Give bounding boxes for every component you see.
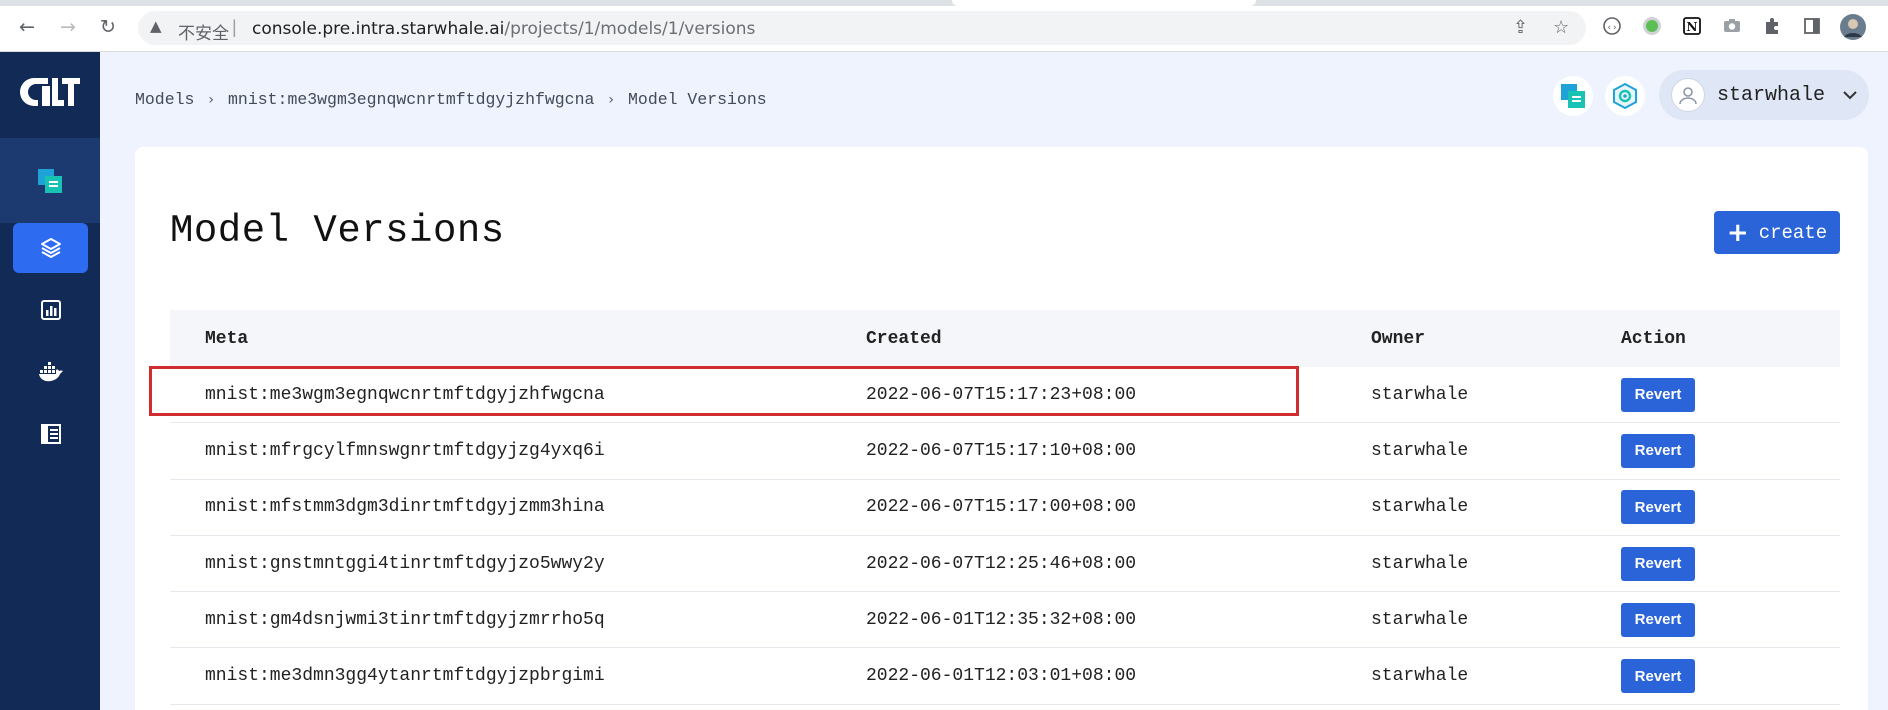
table-row: mnist:mfrgcylfmnswgnrtmftdgyjzg4yxq6i 20… [170,423,1840,480]
svg-text:N: N [1687,20,1698,34]
row-meta[interactable]: mnist:mfrgcylfmnswgnrtmftdgyjzg4yxq6i [170,441,866,461]
main-card: Model Versions + create Meta Created Own… [135,147,1868,710]
starwhale-logo[interactable] [16,72,82,112]
row-action: Revert [1621,490,1840,525]
breadcrumb-models[interactable]: Models [135,90,194,109]
row-owner: starwhale [1371,497,1469,518]
puzzle-icon[interactable] [1761,16,1783,38]
row-owner: starwhale [1371,609,1469,630]
revert-button[interactable]: Revert [1621,602,1695,637]
row-created: 2022-06-07T15:17:23+08:00 [866,384,1137,405]
profile-icon[interactable] [1840,14,1866,40]
row-owner: starwhale [1371,553,1469,574]
tab-strip [0,0,1888,6]
sidebar-item-projects[interactable] [0,138,100,223]
row-created: 2022-06-01T12:03:01+08:00 [866,666,1137,687]
revert-button[interactable]: Revert [1621,659,1695,694]
user-menu[interactable]: starwhale [1659,70,1869,120]
sidebar-item-evaluations[interactable] [13,285,88,335]
row-action: Revert [1621,546,1840,581]
chart-icon [40,300,61,320]
docker-icon [38,362,63,382]
green-dot-icon[interactable] [1641,16,1663,38]
row-action: Revert [1621,433,1840,468]
row-meta[interactable]: mnist:me3wgm3egnqwcnrtmftdgyjzhfwgcna [170,385,866,405]
chevron-right-icon: › [608,91,615,108]
warning-icon[interactable]: ▲ [150,17,162,35]
column-header-created[interactable]: Created [866,329,1371,349]
sidepanel-icon[interactable] [1801,16,1823,38]
url-host: console.pre.intra.starwhale.ai [252,19,505,39]
row-created: 2022-06-07T15:17:00+08:00 [866,497,1137,518]
page-title: Model Versions [170,209,505,253]
row-created: 2022-06-07T12:25:46+08:00 [866,553,1137,574]
sidebar-item-models[interactable] [13,223,88,273]
column-header-owner[interactable]: Owner [1371,329,1621,349]
table-row: mnist:me3dmn3gg4ytanrtmftdgyjzpbrgimi 20… [170,648,1840,705]
row-meta[interactable]: mnist:me3dmn3gg4ytanrtmftdgyjzpbrgimi [170,666,866,686]
row-action: Revert [1621,659,1840,694]
project-switch-icon[interactable] [1553,76,1593,116]
table-row: mnist:me3wgm3egnqwcnrtmftdgyjzhfwgcna 20… [170,367,1840,424]
forward-arrow-icon[interactable]: → [55,14,81,40]
chevron-right-icon: › [208,91,215,108]
create-button-label: create [1758,221,1828,244]
revert-button[interactable]: Revert [1621,377,1695,412]
notion-icon[interactable]: N [1681,16,1703,38]
layers-icon [40,238,61,258]
plus-icon: + [1726,217,1749,248]
chevron-down-icon [1843,91,1857,100]
reload-icon[interactable]: ↻ [95,14,121,40]
code-icon[interactable]: ‹› [1601,16,1623,38]
star-icon[interactable]: ☆ [1553,17,1569,38]
row-action: Revert [1621,377,1840,412]
user-icon [1679,87,1697,105]
revert-button[interactable]: Revert [1621,546,1695,581]
url-separator: | [232,17,237,37]
table-header: Meta Created Owner Action [170,310,1840,367]
row-created: 2022-06-07T15:17:10+08:00 [866,440,1137,461]
sidebar-item-datasets[interactable] [13,409,88,459]
revert-button[interactable]: Revert [1621,490,1695,525]
table-row: mnist:mfstmm3dgm3dinrtmftdgyjzmm3hina 20… [170,480,1840,536]
url-text[interactable]: console.pre.intra.starwhale.ai/projects/… [252,19,755,39]
svg-text:‹›: ‹› [1607,23,1618,33]
table-row: mnist:gnstmntggi4tinrtmftdgyjzo5wwy2y 20… [170,536,1840,593]
model-versions-table: Meta Created Owner Action mnist:me3wgm3e… [170,310,1840,705]
revert-button[interactable]: Revert [1621,433,1695,468]
create-button[interactable]: + create [1714,211,1840,254]
settings-hex-icon[interactable] [1605,76,1645,116]
back-arrow-icon[interactable]: ← [14,14,40,40]
user-name: starwhale [1717,84,1826,107]
table-row: mnist:gm4dsnjwmi3tinrtmftdgyjzmrrho5q 20… [170,592,1840,649]
row-owner: starwhale [1371,440,1469,461]
avatar [1671,78,1705,112]
dataset-icon [40,424,61,444]
breadcrumb-model[interactable]: mnist:me3wgm3egnqwcnrtmftdgyjzhfwgcna [228,90,594,109]
row-action: Revert [1621,602,1840,637]
breadcrumb: Models › mnist:me3wgm3egnqwcnrtmftdgyjzh… [135,90,767,109]
row-created: 2022-06-01T12:35:32+08:00 [866,609,1137,630]
column-header-action: Action [1621,328,1686,349]
project-icon [38,168,62,193]
share-icon[interactable]: ⇪ [1513,17,1528,38]
address-bar[interactable]: ▲ 不安全 | console.pre.intra.starwhale.ai/p… [138,11,1586,45]
row-owner: starwhale [1371,666,1469,687]
row-meta[interactable]: mnist:gnstmntggi4tinrtmftdgyjzo5wwy2y [170,554,866,574]
row-meta[interactable]: mnist:gm4dsnjwmi3tinrtmftdgyjzmrrho5q [170,610,866,630]
row-meta[interactable]: mnist:mfstmm3dgm3dinrtmftdgyjzmm3hina [170,497,866,517]
column-header-meta[interactable]: Meta [170,329,866,349]
url-path: /projects/1/models/1/versions [504,19,756,39]
row-owner: starwhale [1371,384,1469,405]
sidebar [0,52,100,710]
browser-toolbar: ← → ↻ ▲ 不安全 | console.pre.intra.starwhal… [0,0,1888,52]
security-label[interactable]: 不安全 [178,19,229,44]
active-tab[interactable] [952,0,1256,6]
sidebar-item-runtimes[interactable] [13,347,88,397]
camera-icon[interactable] [1721,16,1743,38]
breadcrumb-current: Model Versions [628,90,767,109]
